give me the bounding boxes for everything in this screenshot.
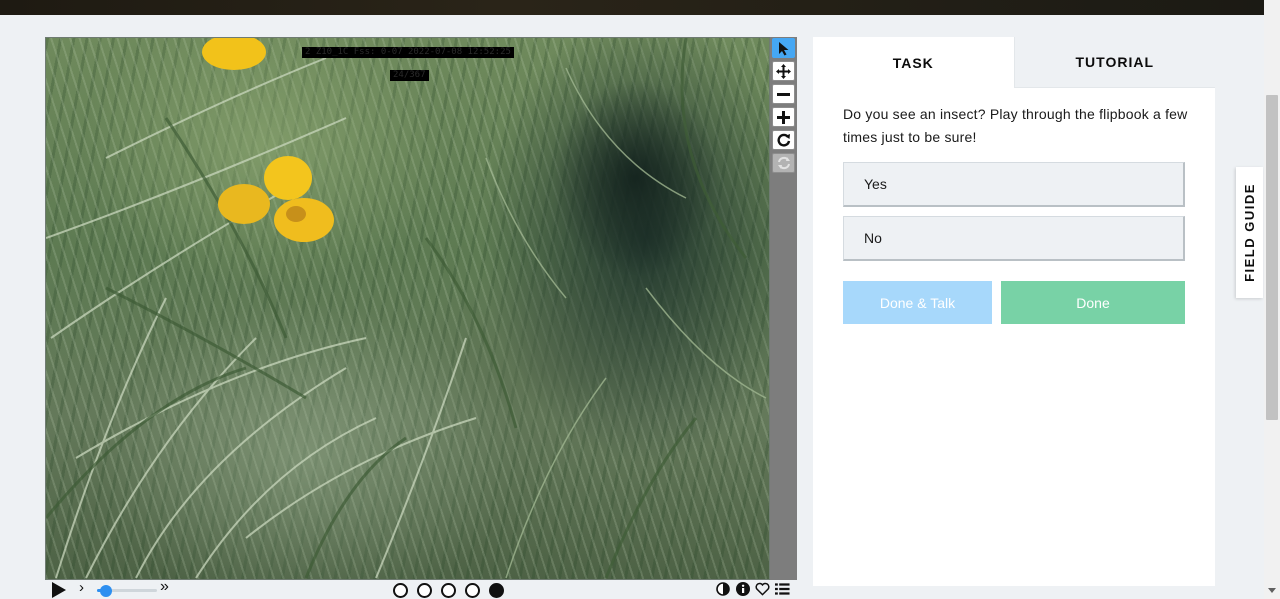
page-scrollbar[interactable]: [1264, 0, 1280, 599]
frame-dot[interactable]: [393, 583, 408, 598]
info-icon: [735, 582, 750, 596]
frame-dot[interactable]: [489, 583, 504, 598]
favorite-button[interactable]: [755, 581, 770, 597]
image-frame-counter-overlay: 24/367: [390, 70, 429, 81]
reset-icon: [777, 156, 790, 170]
header-banner-strip: [0, 0, 1264, 15]
answer-yes-button[interactable]: Yes: [843, 162, 1185, 207]
image-toolbar: [770, 37, 797, 580]
max-speed-icon[interactable]: »: [160, 578, 169, 596]
answer-yes-label: Yes: [864, 176, 887, 192]
flipbook-controls: › »: [45, 578, 797, 599]
contrast-icon: [715, 582, 730, 596]
zoom-in-button[interactable]: [772, 107, 795, 127]
answer-no-button[interactable]: No: [843, 216, 1185, 261]
plus-icon: [777, 110, 790, 124]
frame-dot[interactable]: [441, 583, 456, 598]
move-tool-button[interactable]: [772, 61, 795, 81]
done-and-talk-button[interactable]: Done & Talk: [843, 281, 992, 324]
speed-chevron-icon[interactable]: ›: [79, 579, 84, 596]
task-panel: TASK TUTORIAL Do you see an insect? Play…: [813, 37, 1215, 586]
frame-selector: [393, 583, 504, 598]
pointer-tool-button[interactable]: [772, 38, 795, 58]
task-question: Do you see an insect? Play through the f…: [843, 106, 1188, 145]
reset-view-button[interactable]: [772, 153, 795, 173]
list-icon: [775, 583, 790, 595]
scroll-down-arrow-icon[interactable]: [1268, 588, 1276, 593]
zoom-out-button[interactable]: [772, 84, 795, 104]
move-icon: [776, 63, 791, 79]
rotate-button[interactable]: [772, 130, 795, 150]
image-timestamp-overlay: 2 Z10_1C Fss: 0-07 2022-07-08 12:52:25: [302, 47, 514, 58]
scrollbar-thumb[interactable]: [1266, 95, 1278, 420]
done-button[interactable]: Done: [1001, 281, 1185, 324]
flower-cluster: [202, 38, 334, 242]
answer-no-label: No: [864, 230, 882, 246]
heart-icon: [755, 582, 770, 596]
minus-icon: [777, 92, 790, 96]
rotate-icon: [776, 133, 790, 147]
pointer-icon: [778, 41, 788, 55]
tab-task[interactable]: TASK: [813, 37, 1014, 88]
frame-dot[interactable]: [465, 583, 480, 598]
task-tabs: TASK TUTORIAL: [813, 37, 1215, 88]
field-guide-label: FIELD GUIDE: [1242, 183, 1257, 282]
field-guide-tab[interactable]: FIELD GUIDE: [1236, 167, 1263, 298]
subject-actions: [715, 581, 790, 597]
subject-image: [46, 38, 767, 579]
tab-tutorial[interactable]: TUTORIAL: [1013, 37, 1215, 88]
playback-speed-thumb[interactable]: [100, 585, 112, 597]
frame-dot[interactable]: [417, 583, 432, 598]
play-icon[interactable]: [51, 582, 67, 598]
collections-button[interactable]: [775, 581, 790, 597]
subject-image-viewer[interactable]: 2 Z10_1C Fss: 0-07 2022-07-08 12:52:25 2…: [45, 37, 770, 580]
metadata-button[interactable]: [735, 581, 750, 597]
invert-colors-button[interactable]: [715, 581, 730, 597]
